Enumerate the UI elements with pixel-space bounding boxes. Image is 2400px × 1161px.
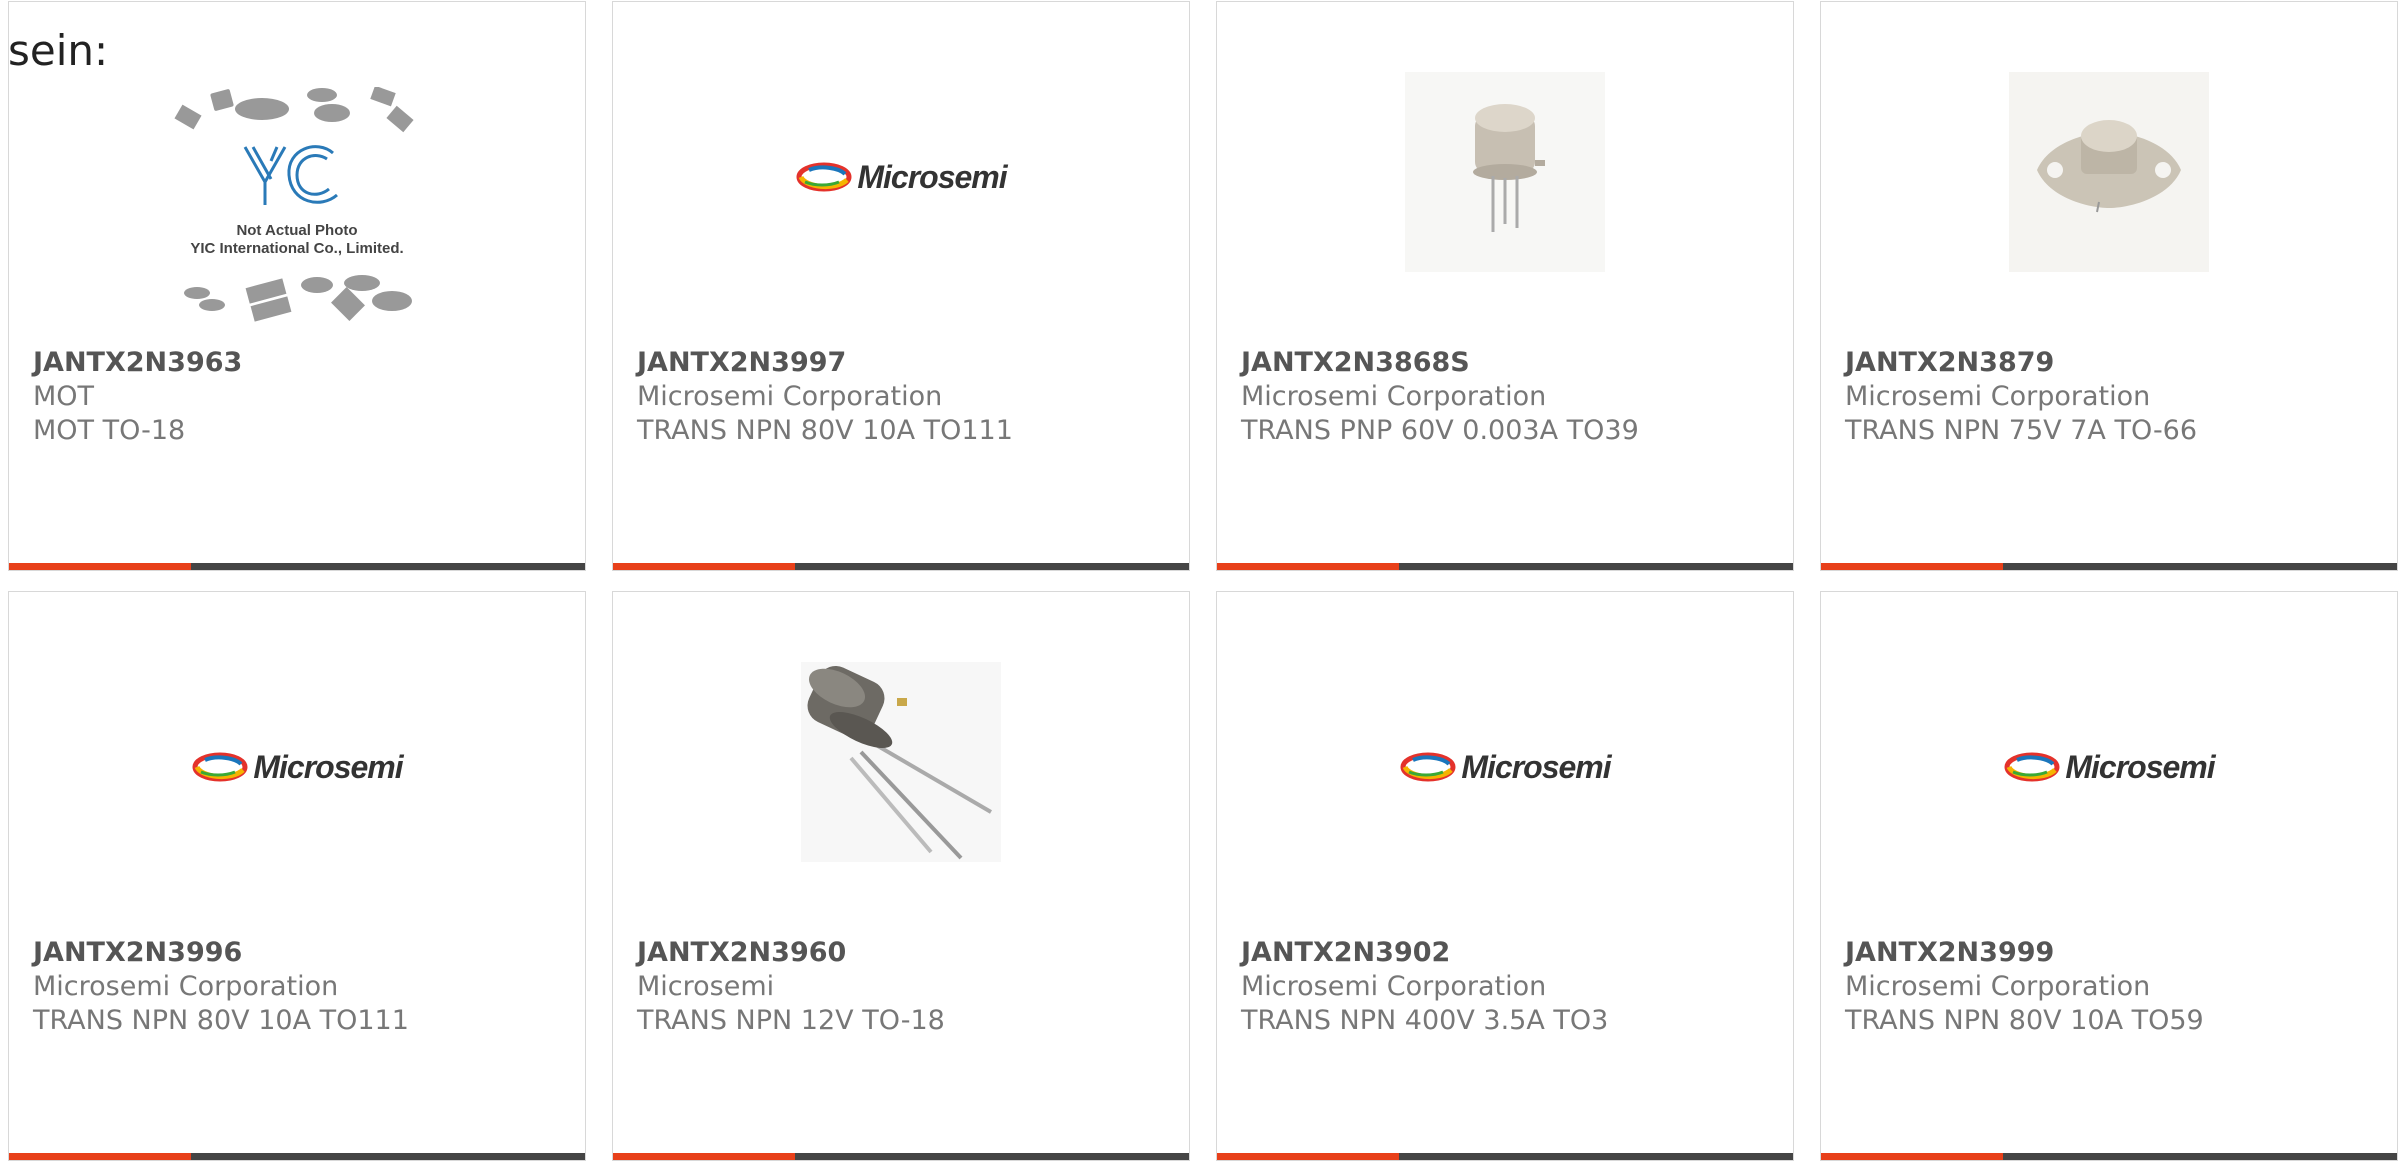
card-bar — [9, 563, 585, 570]
microsemi-logo: Microsemi — [2003, 748, 2216, 786]
card-bar — [613, 1153, 1189, 1160]
part-number[interactable]: JANTX2N3902 — [1241, 937, 1450, 968]
product-card[interactable]: Microsemi JANTX2N3999 Microsemi Corporat… — [1820, 591, 2398, 1161]
part-number[interactable]: JANTX2N3960 — [637, 937, 846, 968]
product-image — [1217, 72, 1793, 272]
placeholder-caption-line2: YIC International Co., Limited. — [190, 240, 403, 257]
yic-placeholder-icon: Not Actual Photo YIC International Co., … — [174, 87, 414, 322]
card-bar — [1821, 563, 2397, 570]
description: MOT TO-18 — [33, 415, 186, 446]
product-image: Microsemi — [1821, 712, 2397, 822]
description: TRANS NPN 400V 3.5A TO3 — [1241, 1005, 1609, 1036]
manufacturer: Microsemi Corporation — [1241, 971, 1547, 1002]
manufacturer: Microsemi Corporation — [1845, 971, 2151, 1002]
to18-transistor-icon — [801, 662, 1001, 862]
placeholder-caption-line1: Not Actual Photo — [236, 222, 357, 239]
description: TRANS NPN 80V 10A TO111 — [637, 415, 1013, 446]
product-image: Microsemi — [9, 712, 585, 822]
card-bar — [613, 563, 1189, 570]
part-number[interactable]: JANTX2N3997 — [637, 347, 846, 378]
product-card[interactable]: Microsemi JANTX2N3902 Microsemi Corporat… — [1216, 591, 1794, 1161]
card-bar-accent — [1821, 563, 2003, 570]
product-image: Microsemi — [1217, 712, 1793, 822]
microsemi-swirl-icon — [2004, 752, 2060, 782]
lead-text: sein: — [8, 26, 109, 75]
part-number[interactable]: JANTX2N3999 — [1845, 937, 2054, 968]
microsemi-logo-text: Microsemi — [857, 158, 1007, 195]
description: TRANS NPN 12V TO-18 — [637, 1005, 945, 1036]
manufacturer: Microsemi Corporation — [637, 381, 943, 412]
microsemi-logo-text: Microsemi — [2065, 748, 2215, 785]
description: TRANS NPN 75V 7A TO-66 — [1845, 415, 2198, 446]
part-number[interactable]: JANTX2N3879 — [1845, 347, 2054, 378]
product-image: Microsemi — [613, 122, 1189, 232]
placeholder-image: Not Actual Photo YIC International Co., … — [9, 87, 585, 332]
card-bar-accent — [613, 1153, 795, 1160]
microsemi-logo: Microsemi — [1399, 748, 1612, 786]
microsemi-logo-text: Microsemi — [253, 748, 403, 785]
part-number[interactable]: JANTX2N3996 — [33, 937, 242, 968]
card-bar — [1217, 1153, 1793, 1160]
manufacturer: Microsemi Corporation — [1845, 381, 2151, 412]
microsemi-swirl-icon — [192, 752, 248, 782]
part-number[interactable]: JANTX2N3963 — [33, 347, 242, 378]
manufacturer: Microsemi — [637, 971, 775, 1002]
microsemi-logo-text: Microsemi — [1461, 748, 1611, 785]
product-image — [1821, 72, 2397, 272]
product-card[interactable]: Microsemi JANTX2N3996 Microsemi Corporat… — [8, 591, 586, 1161]
part-number[interactable]: JANTX2N3868S — [1241, 347, 1470, 378]
to39-transistor-icon — [1405, 72, 1605, 272]
card-bar-accent — [613, 563, 795, 570]
product-card[interactable]: JANTX2N3879 Microsemi Corporation TRANS … — [1820, 1, 2398, 571]
card-bar-accent — [1217, 563, 1399, 570]
microsemi-logo: Microsemi — [191, 748, 404, 786]
product-card[interactable]: JANTX2N3868S Microsemi Corporation TRANS… — [1216, 1, 1794, 571]
product-card[interactable]: Microsemi JANTX2N3997 Microsemi Corporat… — [612, 1, 1190, 571]
microsemi-logo: Microsemi — [795, 158, 1008, 196]
card-bar-accent — [9, 1153, 191, 1160]
description: TRANS NPN 80V 10A TO59 — [1845, 1005, 2204, 1036]
manufacturer: Microsemi Corporation — [33, 971, 339, 1002]
to66-transistor-icon — [2009, 72, 2209, 272]
product-grid: Not Actual Photo YIC International Co., … — [0, 0, 2400, 1161]
card-bar — [9, 1153, 585, 1160]
product-card[interactable]: JANTX2N3960 Microsemi TRANS NPN 12V TO-1… — [612, 591, 1190, 1161]
product-image — [613, 662, 1189, 862]
description: TRANS PNP 60V 0.003A TO39 — [1241, 415, 1639, 446]
card-bar-accent — [1217, 1153, 1399, 1160]
manufacturer: Microsemi Corporation — [1241, 381, 1547, 412]
microsemi-swirl-icon — [1400, 752, 1456, 782]
card-bar-accent — [9, 563, 191, 570]
manufacturer: MOT — [33, 381, 95, 412]
microsemi-swirl-icon — [796, 162, 852, 192]
description: TRANS NPN 80V 10A TO111 — [33, 1005, 409, 1036]
card-bar — [1217, 563, 1793, 570]
card-bar-accent — [1821, 1153, 2003, 1160]
product-card[interactable]: Not Actual Photo YIC International Co., … — [8, 1, 586, 571]
card-bar — [1821, 1153, 2397, 1160]
